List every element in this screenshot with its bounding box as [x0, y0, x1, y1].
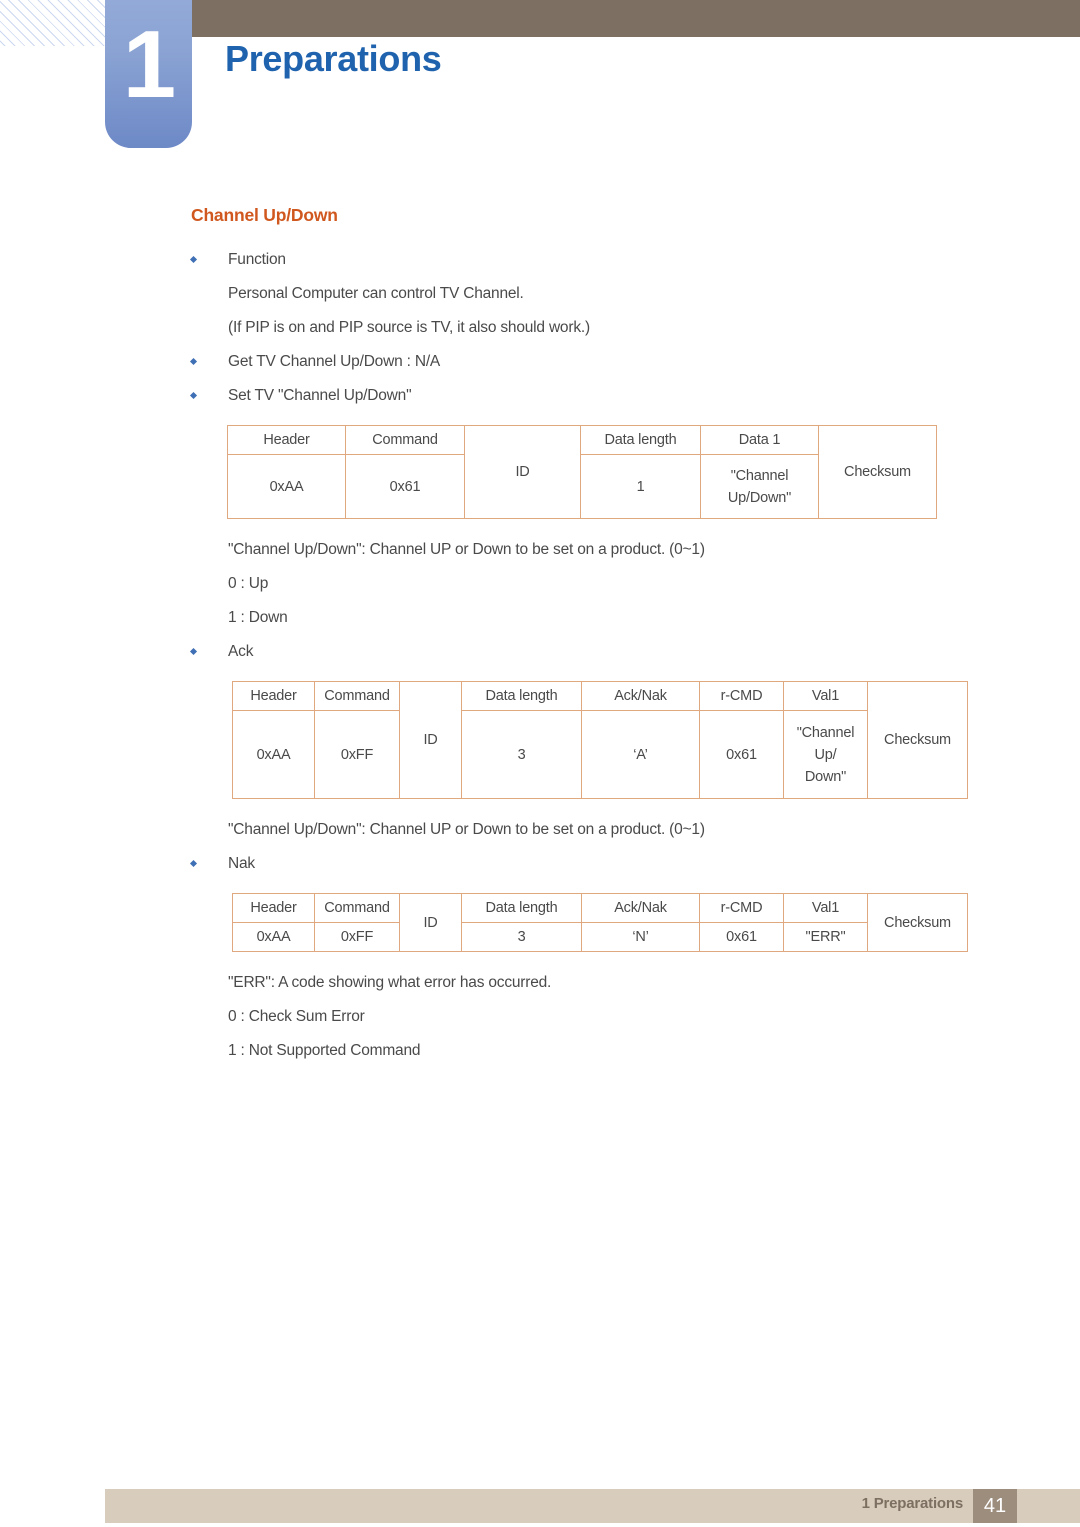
note-set-value-1: 1 : Down: [228, 609, 288, 626]
cell-header-command: Command: [345, 425, 465, 455]
bullet-diamond-icon: [189, 859, 198, 868]
cell-value-command: 0xFF: [314, 710, 400, 799]
note-ack-range: "Channel Up/Down": Channel UP or Down to…: [228, 821, 705, 838]
section-heading: Channel Up/Down: [191, 205, 338, 225]
cell-value-val1-line3: Down": [804, 768, 847, 785]
cell-header-header: Header: [232, 893, 315, 923]
nak-table: Header Command ID Data length Ack/Nak r-…: [232, 893, 968, 952]
table-row: Header Command ID Data length Data 1 Che…: [227, 425, 937, 519]
note-err-value-0: 0 : Check Sum Error: [228, 1008, 365, 1025]
ack-table-wrapper: Header Command ID Data length Ack/Nak r-…: [232, 681, 1080, 799]
bullet-diamond-icon: [189, 357, 198, 366]
cell-value-header: 0xAA: [232, 922, 315, 952]
cell-header-datalength: Data length: [461, 681, 582, 711]
cell-id: ID: [464, 425, 581, 519]
cell-value-data1-line1: "Channel: [730, 467, 789, 484]
bullet-diamond-icon: [189, 255, 198, 264]
header-brown-bar: [191, 0, 1080, 37]
cell-header-acknak: Ack/Nak: [581, 681, 700, 711]
cell-header-datalength: Data length: [461, 893, 582, 923]
list-item-nak: Nak: [189, 847, 1080, 881]
cell-header-rcmd: r-CMD: [699, 681, 784, 711]
cell-value-command: 0xFF: [314, 922, 400, 952]
cell-value-header: 0xAA: [227, 454, 346, 519]
set-command-table-wrapper: Header Command ID Data length Data 1 Che…: [227, 425, 1080, 519]
cell-value-data1: "Channel Up/Down": [700, 454, 819, 519]
cell-header-datalength: Data length: [580, 425, 701, 455]
cell-checksum: Checksum: [867, 893, 968, 952]
list-item-label: Function: [228, 251, 286, 268]
cell-checksum: Checksum: [867, 681, 968, 799]
bullet-diamond-icon: [189, 391, 198, 400]
page-content: Channel Up/Down Function Personal Comput…: [0, 205, 1080, 1068]
note-set-value-0: 0 : Up: [228, 575, 269, 592]
function-description-line1: Personal Computer can control TV Channel…: [228, 285, 524, 302]
cell-header-acknak: Ack/Nak: [581, 893, 700, 923]
footer-chapter-label: 1 Preparations: [861, 1495, 964, 1512]
cell-value-val1: "ERR": [783, 922, 868, 952]
cell-header-header: Header: [227, 425, 346, 455]
cell-header-command: Command: [314, 893, 400, 923]
list-item-label: Ack: [228, 643, 254, 660]
cell-checksum: Checksum: [818, 425, 937, 519]
cell-value-acknak: ‘N’: [581, 922, 700, 952]
list-item-set-tv-channel: Set TV "Channel Up/Down": [189, 379, 1080, 413]
decorative-hatch-pattern: [0, 0, 105, 46]
list-item-function: Function: [189, 243, 1080, 277]
cell-header-rcmd: r-CMD: [699, 893, 784, 923]
page-number-badge: 41: [973, 1489, 1017, 1523]
list-item-get-tv-channel: Get TV Channel Up/Down : N/A: [189, 345, 1080, 379]
cell-value-val1-line2: Up/: [814, 746, 837, 763]
function-description-line2: (If PIP is on and PIP source is TV, it a…: [228, 319, 590, 336]
cell-value-datalength: 3: [461, 922, 582, 952]
list-item-label: Nak: [228, 855, 255, 872]
cell-id: ID: [399, 681, 462, 799]
list-item-ack: Ack: [189, 635, 1080, 669]
nak-table-wrapper: Header Command ID Data length Ack/Nak r-…: [232, 893, 1080, 952]
chapter-number-badge: 1: [105, 0, 192, 148]
list-item-label: Set TV "Channel Up/Down": [228, 387, 412, 404]
note-err-value-1: 1 : Not Supported Command: [228, 1042, 421, 1059]
cell-header-data1: Data 1: [700, 425, 819, 455]
cell-value-val1-line1: "Channel: [796, 724, 855, 741]
cell-value-command: 0x61: [345, 454, 465, 519]
table-row: 0xAA 0xFF 3 ‘N’ 0x61 "ERR": [232, 922, 968, 952]
cell-value-data1-line2: Up/Down": [727, 489, 792, 506]
table-row: 0xAA 0xFF 3 ‘A’ 0x61 "Channel Up/ Down": [232, 710, 968, 799]
cell-value-header: 0xAA: [232, 710, 315, 799]
set-command-table: Header Command ID Data length Data 1 Che…: [227, 425, 937, 519]
cell-id: ID: [399, 893, 462, 952]
cell-value-datalength: 3: [461, 710, 582, 799]
ack-table: Header Command ID Data length Ack/Nak r-…: [232, 681, 968, 799]
table-row: Header Command ID Data length Ack/Nak r-…: [232, 681, 968, 799]
cell-header-header: Header: [232, 681, 315, 711]
cell-value-val1: "Channel Up/ Down": [783, 710, 868, 799]
cell-value-rcmd: 0x61: [699, 922, 784, 952]
cell-value-datalength: 1: [580, 454, 701, 519]
cell-header-val1: Val1: [783, 681, 868, 711]
cell-value-acknak: ‘A’: [581, 710, 700, 799]
table-row: Header Command ID Data length Ack/Nak r-…: [232, 893, 968, 952]
note-set-range: "Channel Up/Down": Channel UP or Down to…: [228, 541, 705, 558]
bullet-diamond-icon: [189, 647, 198, 656]
note-err-description: "ERR": A code showing what error has occ…: [228, 974, 552, 991]
cell-value-rcmd: 0x61: [699, 710, 784, 799]
cell-header-val1: Val1: [783, 893, 868, 923]
list-item-label: Get TV Channel Up/Down : N/A: [228, 353, 441, 370]
cell-header-command: Command: [314, 681, 400, 711]
page-title: Preparations: [225, 38, 442, 79]
